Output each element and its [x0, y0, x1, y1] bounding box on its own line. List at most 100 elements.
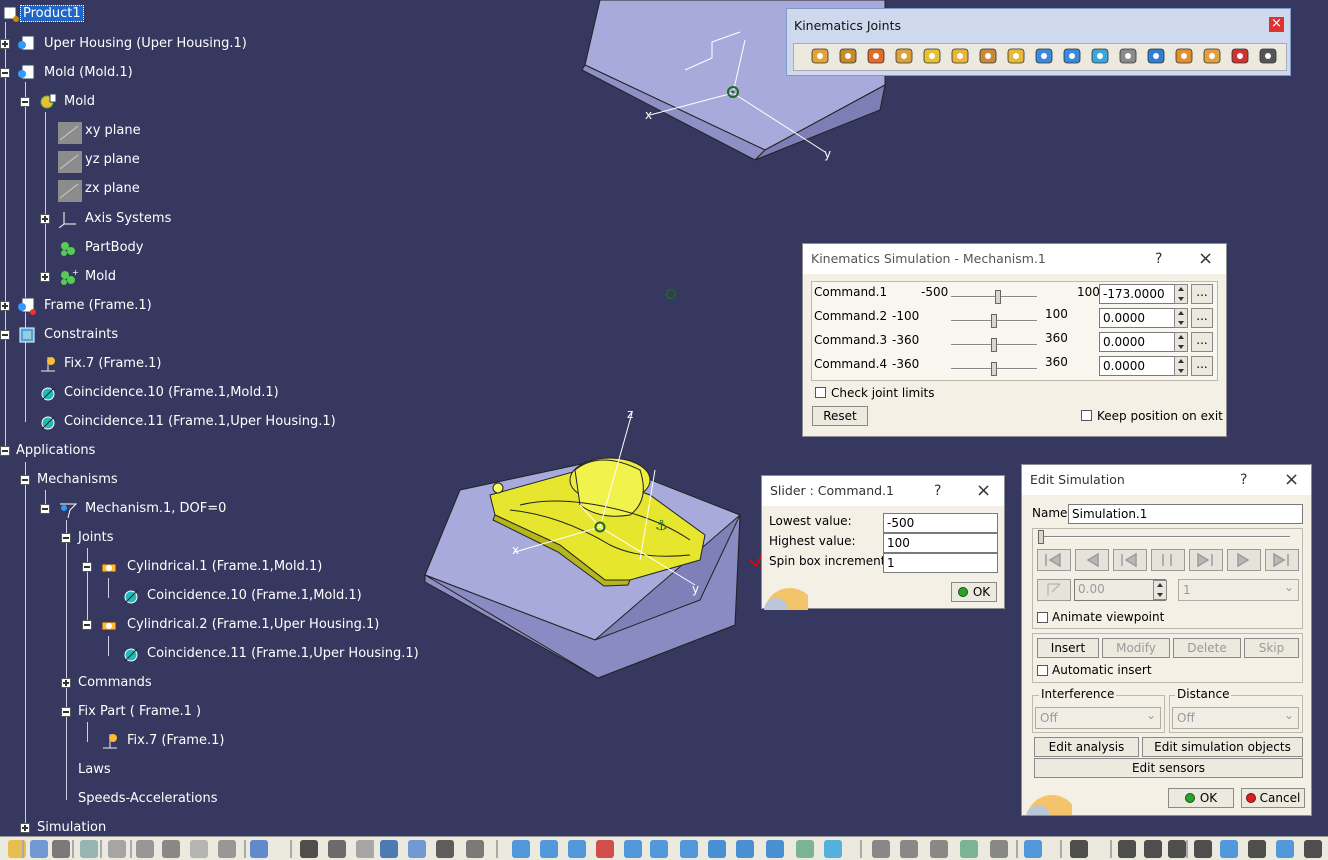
toolbar-tool-icon[interactable]: [872, 840, 890, 858]
toolbar-tool-icon[interactable]: [900, 840, 918, 858]
collapse-toggle[interactable]: [0, 68, 10, 78]
gear-joint-icon[interactable]: [1173, 45, 1195, 67]
toolbar-tool-icon[interactable]: [1276, 840, 1294, 858]
expand-toggle[interactable]: [40, 272, 50, 282]
toolbar-tool-icon[interactable]: [960, 840, 978, 858]
pause-button[interactable]: [1151, 549, 1185, 571]
command-slider-track[interactable]: [951, 296, 1037, 298]
command-settings-button[interactable]: ...: [1191, 308, 1213, 328]
toolbar-tool-icon[interactable]: [1220, 840, 1238, 858]
close-button[interactable]: ×: [1198, 244, 1213, 274]
command-slider-thumb[interactable]: [991, 314, 997, 328]
play-forward-button[interactable]: [1227, 549, 1261, 571]
expand-toggle[interactable]: [40, 214, 50, 224]
slide-curve-joint-icon[interactable]: [1033, 45, 1055, 67]
collapse-toggle[interactable]: [0, 446, 10, 456]
toolbar-tool-icon[interactable]: [218, 840, 236, 858]
toolbar-tool-icon[interactable]: [1118, 840, 1136, 858]
toolbar-tool-icon[interactable]: [680, 840, 698, 858]
toolbar-tool-icon[interactable]: [930, 840, 948, 858]
reset-button[interactable]: Reset: [812, 406, 868, 426]
toolbar-tool-icon[interactable]: [512, 840, 530, 858]
toolbar-tool-icon[interactable]: [250, 840, 268, 858]
tree-node-fp-fix7[interactable]: Fix.7 (Frame.1): [127, 733, 224, 749]
tree-node-zx-plane[interactable]: zx plane: [85, 181, 140, 197]
command-slider-thumb[interactable]: [995, 290, 1001, 304]
command-slider-thumb[interactable]: [991, 362, 997, 376]
jump-to-start-button[interactable]: [1037, 549, 1071, 571]
automatic-insert-checkbox[interactable]: [1037, 665, 1048, 676]
toolbar-tool-icon[interactable]: [136, 840, 154, 858]
toolbar-tool-icon[interactable]: [162, 840, 180, 858]
toolbar-tool-icon[interactable]: [466, 840, 484, 858]
command-value-field[interactable]: 0.0000: [1099, 356, 1175, 376]
toolbar-tool-icon[interactable]: [80, 840, 98, 858]
toolbar-tool-icon[interactable]: [190, 840, 208, 858]
command-slider-thumb[interactable]: [991, 338, 997, 352]
tree-node-frame[interactable]: Frame (Frame.1): [44, 298, 152, 314]
command-settings-button[interactable]: ...: [1191, 284, 1213, 304]
cylindrical-joint-icon[interactable]: [865, 45, 887, 67]
toolbar-tool-icon[interactable]: [1024, 840, 1042, 858]
collapse-toggle[interactable]: [61, 533, 71, 543]
revolute-joint-icon[interactable]: [809, 45, 831, 67]
help-button[interactable]: ?: [1240, 465, 1247, 495]
point-surface-joint-icon[interactable]: [1089, 45, 1111, 67]
toolbar-tool-icon[interactable]: [540, 840, 558, 858]
help-button[interactable]: ?: [934, 476, 941, 506]
toolbar-tool-icon[interactable]: [708, 840, 726, 858]
command-value-field[interactable]: 0.0000: [1099, 332, 1175, 352]
tree-node-cylindrical1[interactable]: Cylindrical.1 (Frame.1,Mold.1): [127, 559, 322, 575]
tree-node-commands[interactable]: Commands: [78, 675, 152, 691]
step-backward-button[interactable]: [1113, 549, 1147, 571]
step-size-button[interactable]: [1037, 579, 1071, 601]
tree-node-j-coincidence10[interactable]: Coincidence.10 (Frame.1,Mold.1): [147, 588, 362, 604]
jump-to-end-button[interactable]: [1265, 549, 1299, 571]
command-value-spinner[interactable]: [1174, 284, 1188, 304]
toolbar-tool-icon[interactable]: [736, 840, 754, 858]
tree-node-joints[interactable]: Joints: [78, 530, 114, 546]
tree-node-product1[interactable]: Product1: [20, 5, 84, 22]
toolbar-tool-icon[interactable]: [408, 840, 426, 858]
cv-joint-icon[interactable]: [1145, 45, 1167, 67]
toolbar-tool-icon[interactable]: [108, 840, 126, 858]
toolbar-tool-icon[interactable]: [1168, 840, 1186, 858]
ok-button[interactable]: OK: [951, 582, 997, 602]
step-count-select[interactable]: 1: [1178, 577, 1299, 601]
collapse-toggle[interactable]: [82, 562, 92, 572]
expand-toggle[interactable]: [0, 39, 10, 49]
tree-node-simulation[interactable]: Simulation: [37, 820, 106, 836]
collapse-toggle[interactable]: [20, 475, 30, 485]
prismatic-joint-icon[interactable]: [837, 45, 859, 67]
tree-node-mechanism1[interactable]: Mechanism.1, DOF=0: [85, 501, 226, 517]
tree-node-partbody[interactable]: PartBody: [85, 240, 143, 256]
toolbar-tool-icon[interactable]: [1248, 840, 1266, 858]
insert-button[interactable]: Insert: [1037, 638, 1099, 658]
toolbar-tool-icon[interactable]: [650, 840, 668, 858]
collapse-toggle[interactable]: [0, 330, 10, 340]
tree-node-fix7[interactable]: Fix.7 (Frame.1): [64, 356, 161, 372]
command-value-spinner[interactable]: [1174, 356, 1188, 376]
skip-button[interactable]: Skip: [1244, 638, 1299, 658]
toolbar-tool-icon[interactable]: [1144, 840, 1162, 858]
toolbar-tool-icon[interactable]: [300, 840, 318, 858]
tree-node-mold-body[interactable]: Mold: [85, 269, 116, 285]
toolbar-tool-icon[interactable]: [1304, 840, 1322, 858]
toolbar-tool-icon[interactable]: [624, 840, 642, 858]
tree-node-mold-part[interactable]: Mold: [64, 94, 95, 110]
edit-sensors-button[interactable]: Edit sensors: [1034, 758, 1303, 778]
toolbar-tool-icon[interactable]: [1070, 840, 1088, 858]
highest-value-field[interactable]: 100: [883, 533, 998, 553]
close-button[interactable]: ×: [976, 476, 991, 506]
tree-node-speeds[interactable]: Speeds-Accelerations: [78, 791, 217, 807]
toolbar-tool-icon[interactable]: [766, 840, 784, 858]
step-forward-button[interactable]: [1189, 549, 1223, 571]
step-spinner[interactable]: [1153, 580, 1167, 600]
command-settings-button[interactable]: ...: [1191, 356, 1213, 376]
expand-toggle[interactable]: [20, 823, 30, 833]
collapse-toggle[interactable]: [82, 620, 92, 630]
universal-joint-icon[interactable]: [1117, 45, 1139, 67]
toolbar-tool-icon[interactable]: [568, 840, 586, 858]
check-joint-limits-checkbox[interactable]: [815, 387, 826, 398]
close-button[interactable]: ×: [1284, 465, 1299, 495]
